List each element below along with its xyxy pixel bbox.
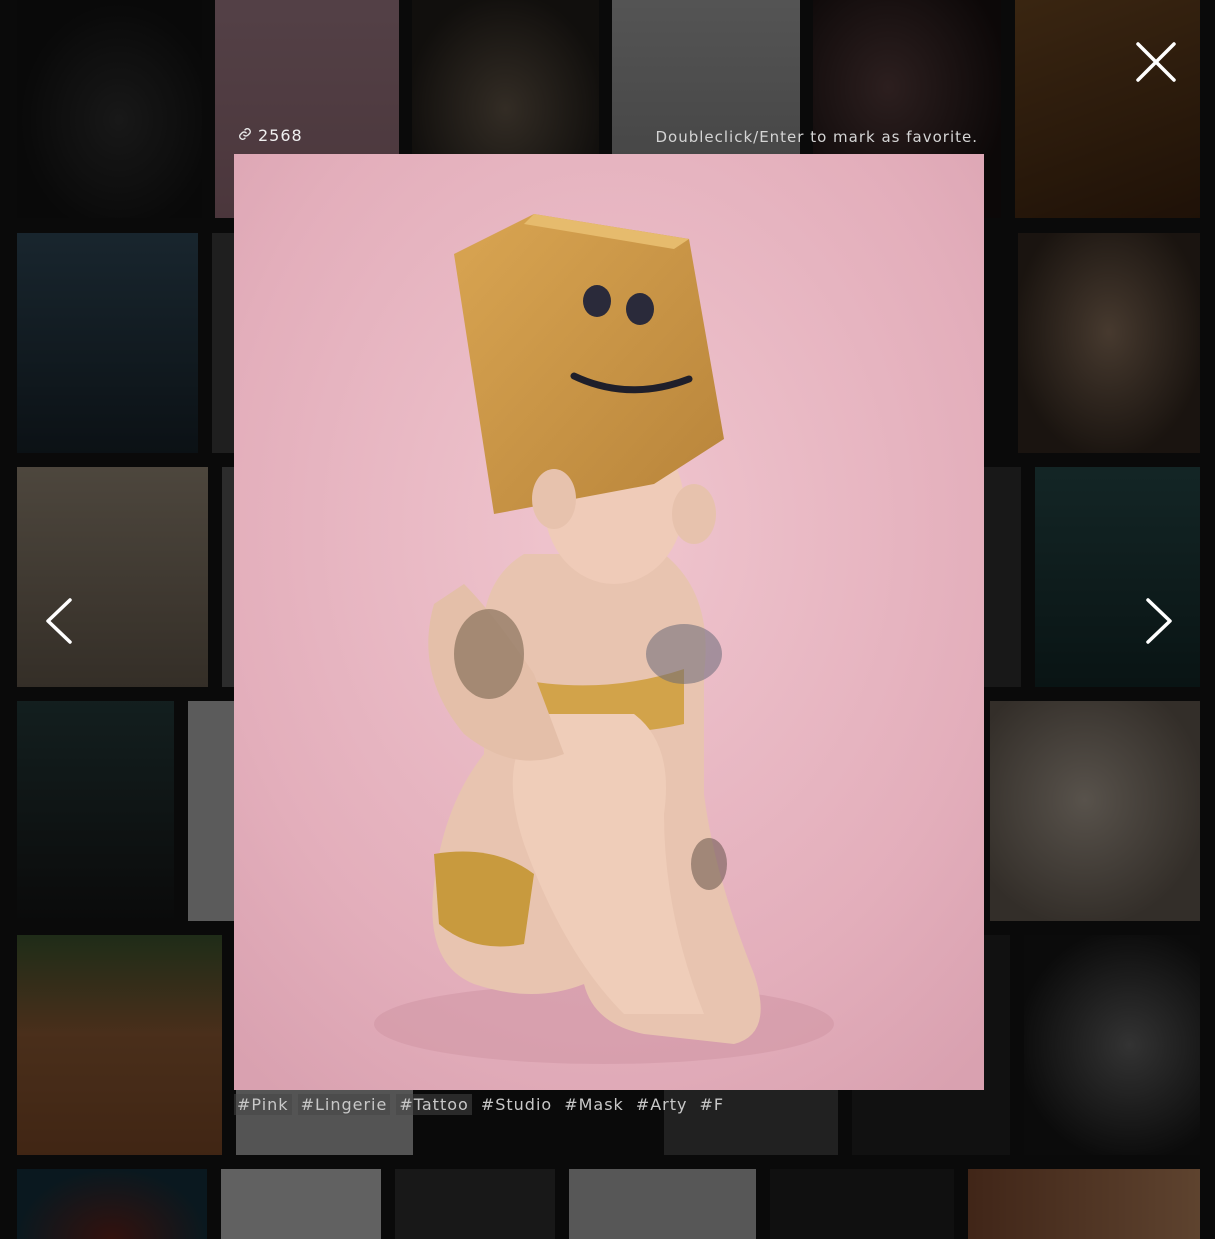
- gallery-thumbnail[interactable]: [770, 1169, 954, 1239]
- gallery-thumbnail[interactable]: [984, 467, 1021, 687]
- gallery-thumbnail[interactable]: [569, 1169, 756, 1239]
- previous-button[interactable]: [38, 596, 82, 646]
- tag-pink[interactable]: #Pink: [234, 1094, 292, 1115]
- view-count[interactable]: 2568: [238, 126, 303, 145]
- gallery-thumbnail[interactable]: [968, 1169, 1200, 1239]
- next-button[interactable]: [1136, 596, 1180, 646]
- tag-f[interactable]: #F: [696, 1094, 727, 1115]
- tag-studio[interactable]: #Studio: [478, 1094, 555, 1115]
- gallery-thumbnail[interactable]: [17, 701, 174, 921]
- viewer-header: 2568 Doubleclick/Enter to mark as favori…: [234, 122, 984, 152]
- view-count-value: 2568: [258, 126, 303, 145]
- close-icon: [1136, 42, 1176, 82]
- gallery-thumbnail[interactable]: [17, 935, 222, 1155]
- gallery-thumbnail[interactable]: [222, 467, 234, 687]
- gallery-thumbnail[interactable]: [852, 1090, 1010, 1155]
- gallery-thumbnail[interactable]: [1035, 467, 1200, 687]
- tag-mask[interactable]: #Mask: [561, 1094, 627, 1115]
- gallery-thumbnail[interactable]: [1015, 0, 1200, 218]
- photo-illustration: [234, 154, 984, 1090]
- link-icon: [238, 126, 252, 145]
- tag-tattoo[interactable]: #Tattoo: [396, 1094, 472, 1115]
- favorite-hint: Doubleclick/Enter to mark as favorite.: [655, 128, 978, 146]
- gallery-thumbnail[interactable]: [212, 233, 234, 453]
- gallery-thumbnail[interactable]: [188, 701, 234, 921]
- tag-list: #Pink #Lingerie #Tattoo #Studio #Mask #A…: [234, 1094, 727, 1115]
- gallery-thumbnail[interactable]: [17, 467, 208, 687]
- lightbox-image[interactable]: [234, 154, 984, 1090]
- gallery-thumbnail[interactable]: [17, 0, 202, 218]
- gallery-thumbnail[interactable]: [984, 935, 1010, 1090]
- close-button[interactable]: [1134, 40, 1178, 84]
- gallery-thumbnail[interactable]: [1018, 233, 1200, 453]
- chevron-left-icon: [46, 598, 72, 644]
- gallery-thumbnail[interactable]: [1024, 935, 1200, 1155]
- gallery-thumbnail[interactable]: [221, 1169, 381, 1239]
- chevron-right-icon: [1146, 598, 1172, 644]
- gallery-thumbnail[interactable]: [17, 233, 198, 453]
- gallery-thumbnail[interactable]: [17, 1169, 207, 1239]
- tag-lingerie[interactable]: #Lingerie: [297, 1094, 391, 1115]
- gallery-thumbnail[interactable]: [395, 1169, 555, 1239]
- tag-arty[interactable]: #Arty: [633, 1094, 691, 1115]
- gallery-thumbnail[interactable]: [990, 701, 1200, 921]
